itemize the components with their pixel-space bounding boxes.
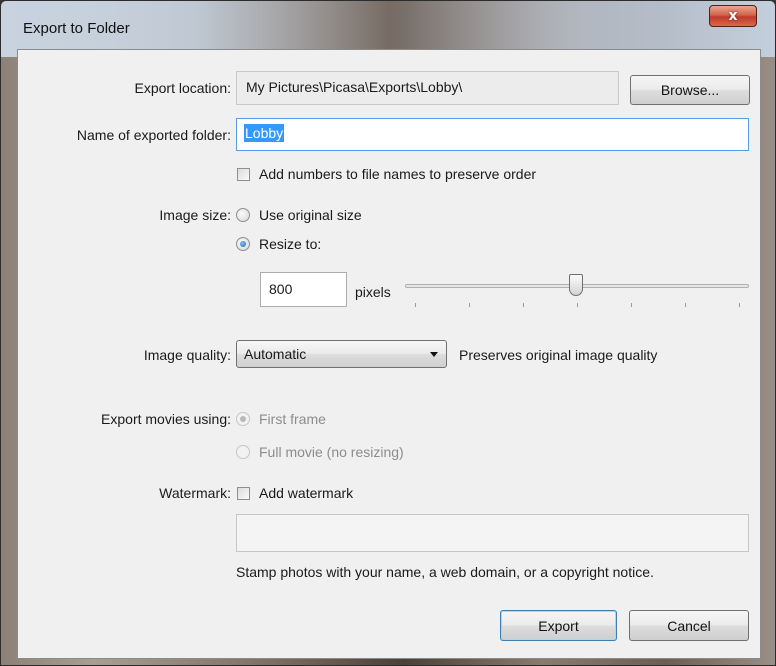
use-original-size-label[interactable]: Use original size <box>259 207 362 223</box>
slider-tick <box>523 303 524 307</box>
resize-slider-thumb[interactable] <box>569 274 583 296</box>
resize-to-radio[interactable] <box>236 237 250 251</box>
slider-tick <box>577 303 578 307</box>
close-icon: x <box>728 8 738 24</box>
watermark-hint: Stamp photos with your name, a web domai… <box>236 564 654 580</box>
image-quality-dropdown[interactable]: Automatic <box>236 340 447 368</box>
slider-tick <box>685 303 686 307</box>
full-movie-label[interactable]: Full movie (no resizing) <box>259 444 404 460</box>
export-location-field: My Pictures\Picasa\Exports\Lobby\ <box>236 71 619 105</box>
add-watermark-label[interactable]: Add watermark <box>259 485 353 501</box>
export-dialog-window: Export to Folder x Export location: My P… <box>0 0 776 666</box>
image-quality-selected: Automatic <box>244 346 307 362</box>
export-movies-label: Export movies using: <box>101 411 231 427</box>
folder-name-selected-text: Lobby <box>244 124 285 142</box>
dialog-body: Export location: My Pictures\Picasa\Expo… <box>17 49 761 659</box>
image-size-label: Image size: <box>159 207 231 223</box>
slider-tick <box>415 303 416 307</box>
pixels-unit-label: pixels <box>355 284 391 300</box>
resize-to-label[interactable]: Resize to: <box>259 236 321 252</box>
export-button[interactable]: Export <box>500 610 617 641</box>
export-location-label: Export location: <box>134 80 232 96</box>
window-title: Export to Folder <box>23 20 130 37</box>
pixels-input[interactable]: 800 <box>260 272 347 307</box>
first-frame-radio[interactable] <box>236 412 250 426</box>
image-quality-description: Preserves original image quality <box>459 347 658 363</box>
folder-name-label: Name of exported folder: <box>76 127 231 143</box>
add-numbers-checkbox[interactable] <box>237 168 250 181</box>
add-watermark-checkbox[interactable] <box>237 487 250 500</box>
use-original-size-radio[interactable] <box>236 208 250 222</box>
watermark-text-input[interactable] <box>236 514 749 552</box>
dropdown-arrow-icon <box>430 352 438 357</box>
browse-button[interactable]: Browse... <box>630 75 750 105</box>
watermark-label: Watermark: <box>159 485 231 501</box>
cancel-button[interactable]: Cancel <box>629 610 749 641</box>
image-quality-label: Image quality: <box>143 347 231 363</box>
add-numbers-label[interactable]: Add numbers to file names to preserve or… <box>259 166 536 182</box>
full-movie-radio[interactable] <box>236 445 250 459</box>
folder-name-input[interactable]: Lobby <box>236 118 749 151</box>
slider-tick <box>739 303 740 307</box>
first-frame-label[interactable]: First frame <box>259 411 326 427</box>
slider-tick <box>631 303 632 307</box>
slider-tick <box>469 303 470 307</box>
close-button[interactable]: x <box>709 5 757 27</box>
